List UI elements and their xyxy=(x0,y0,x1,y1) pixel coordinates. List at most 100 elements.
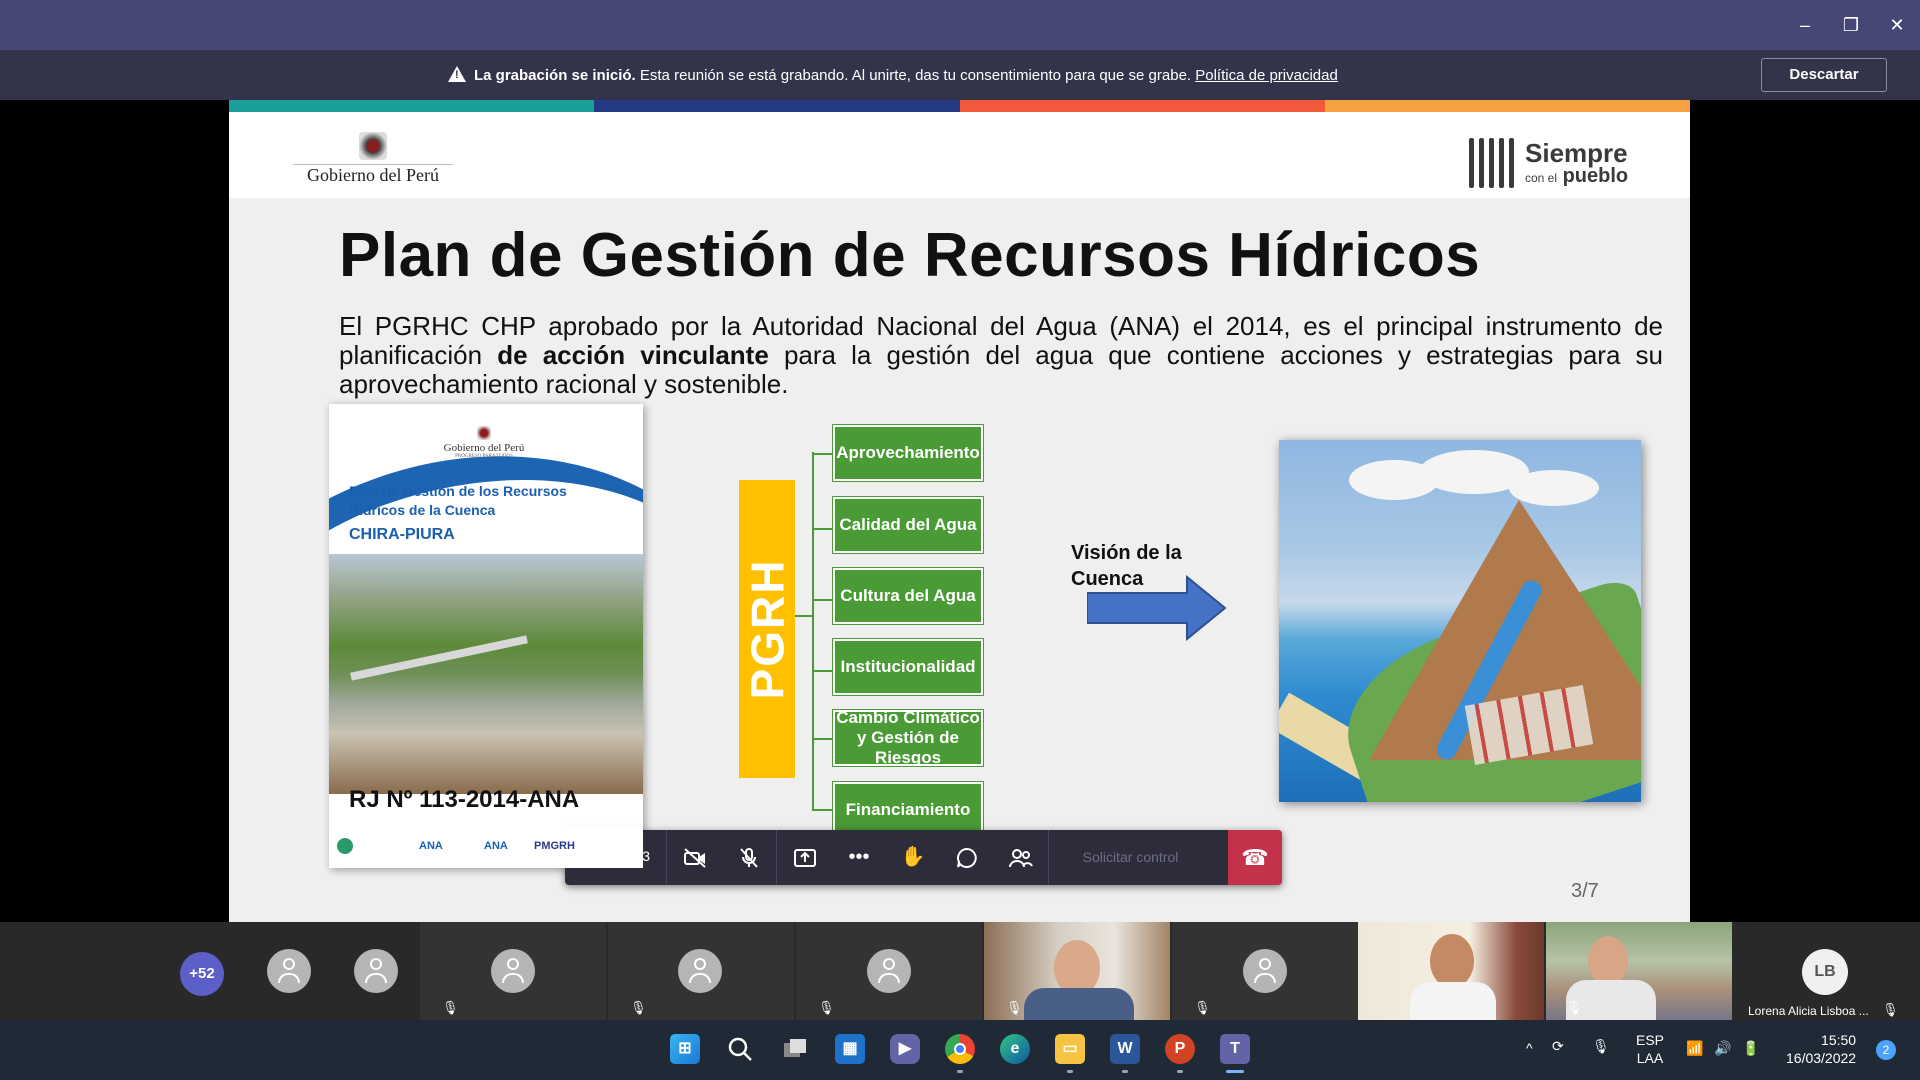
siempre-con-el-pueblo-logo: Siempre con el pueblo xyxy=(1465,134,1635,194)
participants-button[interactable] xyxy=(994,830,1048,885)
participant-tile[interactable]: 🎙 xyxy=(1172,922,1358,1020)
edge-icon[interactable]: e xyxy=(1000,1034,1030,1064)
box-cultura-del-agua: Cultura del Agua xyxy=(832,567,984,625)
word-icon[interactable]: W xyxy=(1110,1034,1140,1064)
participant-shirt xyxy=(1024,988,1134,1020)
box-institucionalidad: Institucionalidad xyxy=(832,638,984,696)
participant-face xyxy=(1430,934,1474,988)
right-arrow-icon xyxy=(1087,575,1227,641)
stripe xyxy=(594,100,960,112)
participant-avatar[interactable] xyxy=(267,949,311,993)
phone-hangup-icon: ☎ xyxy=(1241,845,1269,870)
share-tray-icon xyxy=(794,848,816,867)
gobierno-text: Gobierno del Perú xyxy=(307,165,439,185)
teams-title-bar: – ❐ ✕ xyxy=(0,0,1920,50)
start-icon[interactable]: ⊞ xyxy=(670,1034,700,1064)
con-el-pueblo-text: con el pueblo xyxy=(1525,165,1629,187)
clock[interactable]: 15:50 16/03/2022 xyxy=(1786,1031,1856,1067)
language-indicator[interactable]: ESP LAA xyxy=(1636,1031,1664,1067)
mic-muted-icon: 🎙 xyxy=(818,1000,835,1015)
wifi-icon[interactable]: 📶 xyxy=(1686,1040,1703,1057)
participant-avatar xyxy=(491,949,535,993)
teams-icon[interactable]: T xyxy=(1220,1034,1250,1064)
powerpoint-icon[interactable]: P xyxy=(1165,1034,1195,1064)
chat-button[interactable] xyxy=(940,830,994,885)
participant-tile[interactable]: 🎙 xyxy=(796,922,982,1020)
running-indicator xyxy=(1067,1070,1073,1073)
camera-off-icon xyxy=(684,847,706,868)
mic-muted-icon: 🎙 xyxy=(1882,1002,1899,1017)
bracket-tick xyxy=(812,809,834,811)
box-aprovechamiento: Aprovechamiento xyxy=(832,424,984,482)
battery-icon[interactable]: 🔋 xyxy=(1742,1040,1759,1057)
mic-muted-icon: 🎙 xyxy=(1566,1000,1583,1015)
crest-icon xyxy=(359,132,387,160)
sync-icon[interactable]: ⟳ xyxy=(1552,1038,1564,1055)
participant-avatar[interactable] xyxy=(354,949,398,993)
chrome-icon[interactable] xyxy=(945,1034,975,1064)
slide-body-text: El PGRHC CHP aprobado por la Autoridad N… xyxy=(339,311,1664,399)
meet-now-icon[interactable]: ▶ xyxy=(890,1034,920,1064)
volume-icon[interactable]: 🔊 xyxy=(1714,1040,1731,1057)
cover-title: Plan de Gestión de los Recursos Hídricos… xyxy=(349,483,567,518)
mic-muted-icon: 🎙 xyxy=(1194,1000,1211,1015)
request-control-button[interactable]: Solicitar control xyxy=(1048,830,1213,885)
recording-started-text: La grabación se inició. xyxy=(474,67,636,84)
cover-rj-number: RJ Nº 113-2014-ANA xyxy=(349,786,580,813)
slide-header: Gobierno del Perú Siempre con el pueblo xyxy=(229,112,1690,198)
slide-page-number: 3/7 xyxy=(1571,880,1599,902)
participant-avatar xyxy=(1243,949,1287,993)
running-indicator xyxy=(1122,1070,1128,1073)
widgets-icon[interactable]: ▦ xyxy=(835,1034,865,1064)
recording-consent-text: Esta reunión se está grabando. Al unirte… xyxy=(635,67,1192,84)
participant-face xyxy=(1588,936,1628,986)
notification-badge[interactable]: 2 xyxy=(1876,1040,1896,1060)
restore-button[interactable]: ❐ xyxy=(1838,12,1864,38)
box-cambio-climatico: Cambio Climático y Gestión de Riesgos xyxy=(832,708,984,767)
participant-video-tile[interactable]: 🎙 xyxy=(1546,922,1732,1020)
minimize-button[interactable]: – xyxy=(1792,12,1818,38)
overflow-participants-button[interactable]: +52 xyxy=(180,952,224,996)
bracket-tick xyxy=(812,453,834,455)
participant-tile[interactable]: 🎙 xyxy=(420,922,606,1020)
search-icon[interactable] xyxy=(725,1034,755,1064)
hand-icon: ✋ xyxy=(900,846,926,868)
privacy-policy-link[interactable]: Política de privacidad xyxy=(1195,67,1338,84)
stripe xyxy=(959,100,1325,112)
mic-off-button[interactable] xyxy=(722,830,776,885)
file-explorer-icon[interactable]: ▭ xyxy=(1055,1034,1085,1064)
close-button[interactable]: ✕ xyxy=(1884,12,1910,38)
pgrh-label-bar: PGRH xyxy=(739,480,795,778)
bracket-connector xyxy=(795,615,813,617)
dismiss-button[interactable]: Descartar xyxy=(1761,58,1887,92)
bracket-tick xyxy=(812,670,834,672)
recording-banner: La grabación se inició. Esta reunión se … xyxy=(0,50,1920,100)
cover-place: CHIRA-PIURA xyxy=(349,526,455,543)
stripe xyxy=(1324,100,1690,112)
participant-initials-avatar[interactable]: LB xyxy=(1802,949,1848,995)
task-view-icon[interactable] xyxy=(780,1034,810,1064)
color-stripes xyxy=(229,100,1690,112)
people-icon xyxy=(1009,848,1033,867)
mic-muted-icon: 🎙 xyxy=(442,1000,459,1015)
mic-off-icon xyxy=(740,847,758,868)
ellipsis-icon: ••• xyxy=(848,846,870,868)
watershed-illustration xyxy=(1279,440,1641,802)
participant-tile[interactable]: 🎙 xyxy=(608,922,794,1020)
hang-up-button[interactable]: ☎ xyxy=(1228,830,1282,885)
more-options-button[interactable]: ••• xyxy=(832,830,886,885)
bracket-tick xyxy=(812,599,834,601)
participant-avatar xyxy=(867,949,911,993)
raise-hand-button[interactable]: ✋ xyxy=(886,830,940,885)
meeting-controls: 16:13 ••• ✋ Solicitar control ☎ xyxy=(565,830,1282,885)
microphone-icon[interactable]: 🎙 xyxy=(1592,1038,1610,1055)
chevron-up-icon[interactable]: ^ xyxy=(1526,1040,1533,1056)
participant-video-tile[interactable]: 🎙 xyxy=(984,922,1170,1020)
cover-footer-logos: ANA ANA PMGRH xyxy=(329,826,643,868)
share-screen-button[interactable] xyxy=(778,830,832,885)
chat-icon xyxy=(957,847,977,868)
camera-off-button[interactable] xyxy=(668,830,722,885)
participant-video-tile[interactable] xyxy=(1358,922,1544,1020)
participant-shirt xyxy=(1410,982,1496,1020)
presentation-slide: Gobierno del Perú Siempre con el pueblo … xyxy=(229,100,1690,922)
